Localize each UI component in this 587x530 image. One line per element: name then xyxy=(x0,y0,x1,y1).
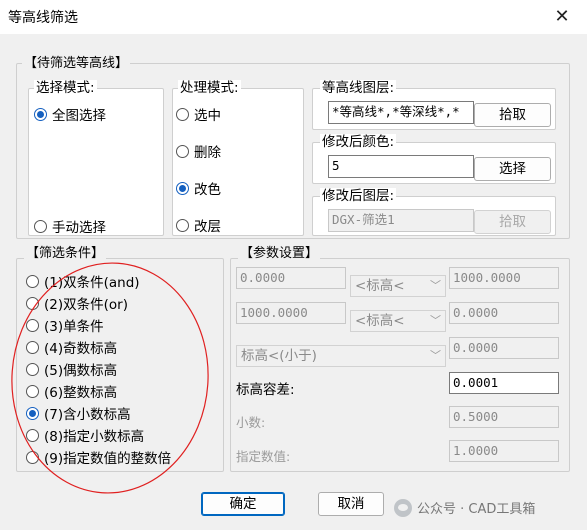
range2-operator-value: <标高< xyxy=(355,313,405,329)
wechat-icon xyxy=(394,498,412,517)
multiple-label: 指定数值: xyxy=(236,449,291,464)
radio-indicator xyxy=(26,406,39,420)
range1-max-input[interactable]: 1000.0000 xyxy=(449,267,559,289)
single-condition-value: 标高<(小于) xyxy=(241,348,317,364)
radio-indicator xyxy=(26,318,39,332)
filter-option-label: (8)指定小数标高 xyxy=(44,429,145,445)
range2-operator-combo[interactable]: <标高< ﹀ xyxy=(350,310,446,332)
filter-option-6-radio[interactable]: (6)整数标高 xyxy=(26,382,118,401)
filter-conditions-legend: 【筛选条件】 xyxy=(24,246,107,262)
watermark: 公众号 · CAD工具箱 xyxy=(394,498,535,517)
chevron-down-icon: ﹀ xyxy=(430,349,441,362)
process-mode-label: 处理模式: xyxy=(178,80,241,96)
process-mode-delete-radio[interactable]: 删除 xyxy=(176,142,221,161)
select-mode-manual-label: 手动选择 xyxy=(52,220,106,236)
range2-min-input[interactable]: 1000.0000 xyxy=(236,302,346,324)
filter-option-label: (6)整数标高 xyxy=(44,385,118,401)
contour-layer-pick-button[interactable]: 拾取 xyxy=(474,103,551,127)
filter-option-label: (7)含小数标高 xyxy=(44,407,131,423)
select-mode-fullmap-radio[interactable]: 全图选择 xyxy=(34,105,106,124)
filter-option-5-radio[interactable]: (5)偶数标高 xyxy=(26,360,118,379)
watermark-text: 公众号 · CAD工具箱 xyxy=(417,502,536,517)
range2-max-input[interactable]: 0.0000 xyxy=(449,302,559,324)
range1-operator-value: <标高< xyxy=(355,278,405,294)
filter-option-8-radio[interactable]: (8)指定小数标高 xyxy=(26,426,145,445)
filter-option-7-radio[interactable]: (7)含小数标高 xyxy=(26,404,131,423)
process-mode-recolor-radio[interactable]: 改色 xyxy=(176,179,221,198)
filter-option-3-radio[interactable]: (3)单条件 xyxy=(26,316,104,335)
radio-indicator xyxy=(26,296,39,310)
contour-layer-input[interactable]: *等高线*,*等深线*,* xyxy=(328,101,474,124)
filter-option-label: (3)单条件 xyxy=(44,319,104,335)
process-mode-delete-label: 删除 xyxy=(194,145,221,161)
radio-indicator xyxy=(26,340,39,354)
chevron-down-icon: ﹀ xyxy=(430,279,441,292)
radio-indicator xyxy=(26,428,39,442)
chevron-down-icon: ﹀ xyxy=(430,314,441,327)
tolerance-label: 标高容差: xyxy=(236,382,295,398)
params-legend: 【参数设置】 xyxy=(238,246,321,262)
multiple-input[interactable]: 1.0000 xyxy=(449,440,559,462)
process-mode-select-radio[interactable]: 选中 xyxy=(176,105,221,124)
radio-indicator xyxy=(176,218,189,232)
process-mode-select-label: 选中 xyxy=(194,108,221,124)
radio-indicator xyxy=(26,362,39,376)
filter-option-label: (9)指定数值的整数倍 xyxy=(44,451,172,467)
filter-option-label: (5)偶数标高 xyxy=(44,363,118,379)
new-color-label: 修改后颜色: xyxy=(320,134,397,150)
contour-layer-label: 等高线图层: xyxy=(320,80,397,96)
radio-indicator xyxy=(34,219,47,233)
decimal-label: 小数: xyxy=(236,415,266,430)
single-condition-input[interactable]: 0.0000 xyxy=(449,337,559,359)
new-layer-pick-button[interactable]: 拾取 xyxy=(474,210,551,234)
filter-option-4-radio[interactable]: (4)奇数标高 xyxy=(26,338,118,357)
select-mode-manual-radio[interactable]: 手动选择 xyxy=(34,217,106,236)
filter-option-label: (2)双条件(or) xyxy=(44,297,128,313)
process-mode-recolor-label: 改色 xyxy=(194,182,221,198)
close-icon[interactable]: ✕ xyxy=(548,4,576,30)
new-layer-label: 修改后图层: xyxy=(320,188,397,204)
radio-indicator xyxy=(176,181,189,195)
range1-min-input[interactable]: 0.0000 xyxy=(236,267,346,289)
pending-contour-legend: 【待筛选等高线】 xyxy=(22,56,131,72)
tolerance-input[interactable]: 0.0001 xyxy=(449,372,559,394)
filter-option-2-radio[interactable]: (2)双条件(or) xyxy=(26,294,128,313)
filter-option-1-radio[interactable]: (1)双条件(and) xyxy=(26,272,140,291)
decimal-input[interactable]: 0.5000 xyxy=(449,406,559,428)
select-mode-fullmap-label: 全图选择 xyxy=(52,108,106,124)
radio-indicator xyxy=(26,450,39,464)
radio-indicator xyxy=(26,384,39,398)
new-color-select-button[interactable]: 选择 xyxy=(474,157,551,181)
single-condition-combo[interactable]: 标高<(小于) ﹀ xyxy=(236,345,446,367)
radio-indicator xyxy=(176,144,189,158)
filter-option-label: (4)奇数标高 xyxy=(44,341,118,357)
ok-button[interactable]: 确定 xyxy=(201,492,285,516)
new-layer-input[interactable]: DGX-筛选1 xyxy=(328,209,474,232)
process-mode-relayer-label: 改层 xyxy=(194,219,221,235)
radio-indicator xyxy=(34,107,47,121)
filter-option-label: (1)双条件(and) xyxy=(44,275,140,291)
window-title: 等高线筛选 xyxy=(8,10,78,26)
cancel-button[interactable]: 取消 xyxy=(318,492,384,516)
radio-indicator xyxy=(176,107,189,121)
new-color-input[interactable]: 5 xyxy=(328,155,474,178)
range1-operator-combo[interactable]: <标高< ﹀ xyxy=(350,275,446,297)
process-mode-relayer-radio[interactable]: 改层 xyxy=(176,216,221,235)
title-bar xyxy=(0,0,587,34)
select-mode-label: 选择模式: xyxy=(34,80,97,96)
filter-option-9-radio[interactable]: (9)指定数值的整数倍 xyxy=(26,448,172,467)
radio-indicator xyxy=(26,274,39,288)
